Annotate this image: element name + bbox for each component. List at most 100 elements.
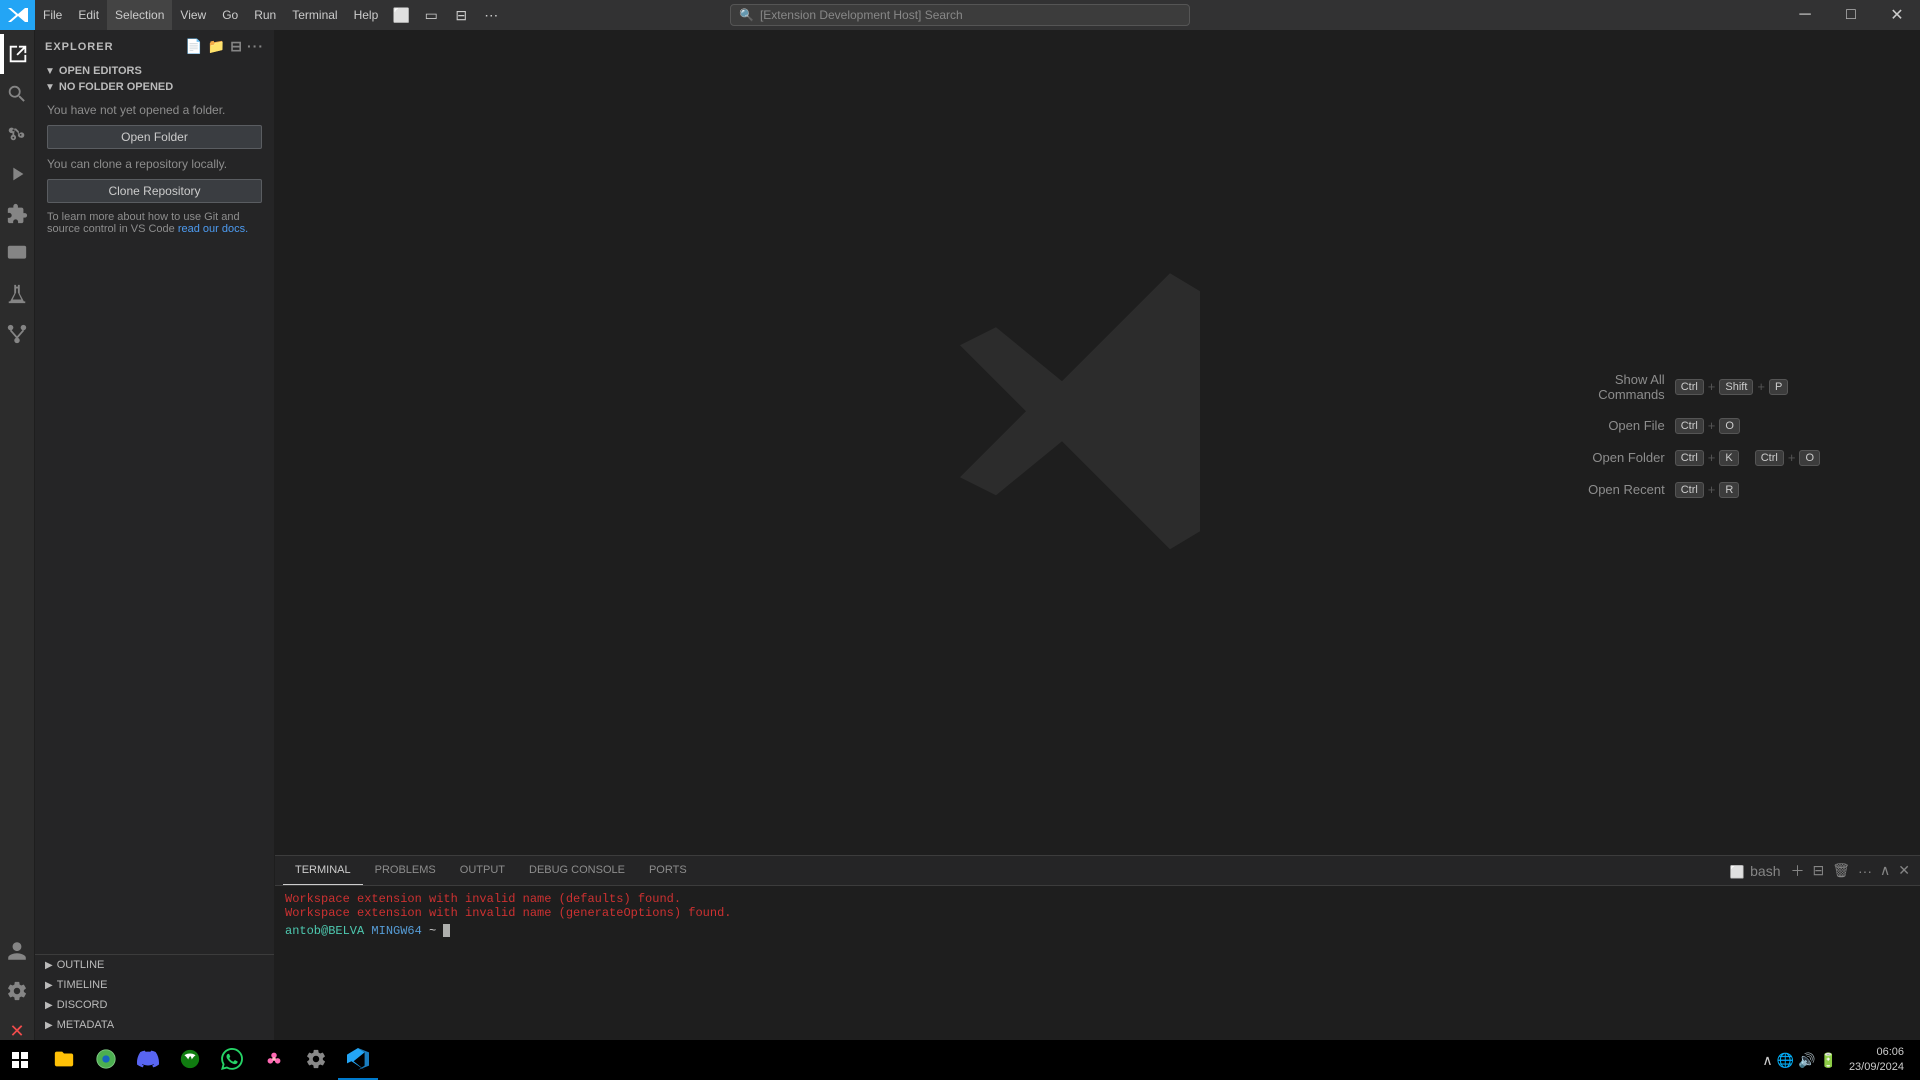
tray-battery-icon[interactable]: 🔋 xyxy=(1820,1052,1837,1069)
activity-remote[interactable] xyxy=(0,234,35,274)
metadata-arrow: ▶ xyxy=(45,1020,53,1031)
no-folder-message1: You have not yet opened a folder. xyxy=(47,103,262,117)
tray-expand-icon[interactable]: ∧ xyxy=(1762,1052,1772,1069)
taskbar-whatsapp[interactable] xyxy=(212,1040,252,1080)
menu-selection[interactable]: Selection xyxy=(107,0,172,30)
activity-settings[interactable] xyxy=(0,971,35,1011)
terminal-actions: ⬜ bash ＋ ⊟ 🗑 ··· ∧ ✕ xyxy=(1728,861,1912,881)
tab-problems[interactable]: PROBLEMS xyxy=(363,856,448,885)
activity-call-graph[interactable] xyxy=(0,314,35,354)
menu-view[interactable]: View xyxy=(172,0,214,30)
activity-explorer[interactable] xyxy=(0,34,35,74)
panel-icon[interactable]: ▭ xyxy=(416,0,446,30)
search-bar[interactable]: 🔍 [Extension Development Host] Search xyxy=(730,4,1190,26)
terminal-trash-icon[interactable]: 🗑 xyxy=(1830,862,1852,879)
metadata-section[interactable]: ▶ METADATA xyxy=(35,1015,274,1035)
key-r: R xyxy=(1719,482,1739,498)
terminal-body[interactable]: Workspace extension with invalid name (d… xyxy=(275,886,1920,1038)
tray-network-icon[interactable]: 🌐 xyxy=(1777,1052,1794,1069)
activity-run[interactable] xyxy=(0,154,35,194)
terminal-collapse-icon[interactable]: ∧ xyxy=(1878,862,1892,879)
maximize-button[interactable]: □ xyxy=(1828,0,1874,30)
main-content: Show AllCommands Ctrl + Shift + P Open F… xyxy=(275,30,1920,1055)
taskbar-xbox[interactable] xyxy=(170,1040,210,1080)
menu-terminal[interactable]: Terminal xyxy=(284,0,345,30)
clone-repository-button[interactable]: Clone Repository xyxy=(47,179,262,203)
taskbar-petal[interactable] xyxy=(254,1040,294,1080)
activity-extensions[interactable] xyxy=(0,194,35,234)
discord-section[interactable]: ▶ DISCORD xyxy=(35,995,274,1015)
terminal-more-icon[interactable]: ··· xyxy=(1856,863,1874,879)
activity-search[interactable] xyxy=(0,74,35,114)
more-icon[interactable]: ⋯ xyxy=(476,0,506,30)
taskbar-settings[interactable] xyxy=(296,1040,336,1080)
terminal-error-2: Workspace extension with invalid name (g… xyxy=(285,906,1910,920)
shortcut-open-folder-label: Open Folder xyxy=(1565,450,1665,465)
outline-section[interactable]: ▶ OUTLINE xyxy=(35,955,274,975)
terminal-panel: TERMINAL PROBLEMS OUTPUT DEBUG CONSOLE P… xyxy=(275,855,1920,1055)
terminal-error-1: Workspace extension with invalid name (d… xyxy=(285,892,1910,906)
activity-accounts[interactable] xyxy=(0,931,35,971)
menu-help[interactable]: Help xyxy=(346,0,387,30)
no-folder-section[interactable]: ▼ NO FOLDER OPENED xyxy=(35,79,274,95)
shortcut-open-file-label: Open File xyxy=(1565,418,1665,433)
layout-icon[interactable]: ⬜ xyxy=(386,0,416,30)
key-o2: O xyxy=(1799,450,1820,466)
more-actions-icon[interactable]: ··· xyxy=(247,38,264,55)
close-button[interactable]: ✕ xyxy=(1874,0,1920,30)
shortcut-open-file-keys: Ctrl + O xyxy=(1675,418,1740,434)
tab-debug-console[interactable]: DEBUG CONSOLE xyxy=(517,856,637,885)
minimize-button[interactable]: ─ xyxy=(1782,0,1828,30)
key-ctrl2: Ctrl xyxy=(1675,418,1704,434)
activity-testing[interactable] xyxy=(0,274,35,314)
terminal-split-icon[interactable]: ⊟ xyxy=(1811,862,1827,879)
terminal-add-icon[interactable]: ＋ xyxy=(1789,861,1807,881)
open-editors-section[interactable]: ▼ OPEN EDITORS xyxy=(35,63,274,79)
docs-link[interactable]: read our docs. xyxy=(178,223,248,235)
terminal-close-icon[interactable]: ✕ xyxy=(1896,862,1912,879)
activity-bar: ✕ xyxy=(0,30,35,1055)
key-shift: Shift xyxy=(1719,379,1753,395)
taskbar-browser[interactable] xyxy=(86,1040,126,1080)
discord-arrow: ▶ xyxy=(45,1000,53,1011)
discord-label: DISCORD xyxy=(57,999,108,1011)
clock-time: 06:06 xyxy=(1849,1045,1904,1060)
outline-label: OUTLINE xyxy=(57,959,105,971)
new-folder-icon[interactable]: 📁 xyxy=(208,38,226,55)
sidebar-title: EXPLORER xyxy=(45,41,114,53)
terminal-tabs: TERMINAL PROBLEMS OUTPUT DEBUG CONSOLE P… xyxy=(275,856,1920,886)
sidebar: EXPLORER 📄 📁 ⊟ ··· ▼ OPEN EDITORS ▼ NO F… xyxy=(35,30,275,1055)
tray-volume-icon[interactable]: 🔊 xyxy=(1798,1052,1815,1069)
activity-bar-bottom: ✕ xyxy=(0,931,35,1055)
taskbar-discord[interactable] xyxy=(128,1040,168,1080)
taskbar-tray: ∧ 🌐 🔊 🔋 06:06 23/09/2024 xyxy=(1762,1045,1920,1076)
taskbar-clock[interactable]: 06:06 23/09/2024 xyxy=(1841,1045,1912,1076)
terminal-cursor xyxy=(443,924,450,937)
no-folder-message2: You can clone a repository locally. xyxy=(47,157,262,171)
taskbar: ∧ 🌐 🔊 🔋 06:06 23/09/2024 xyxy=(0,1040,1920,1080)
open-editors-arrow: ▼ xyxy=(45,66,55,77)
title-bar-right-icons: ⬜ ▭ ⊟ ⋯ xyxy=(386,0,506,30)
activity-source-control[interactable] xyxy=(0,114,35,154)
window-controls: ─ □ ✕ xyxy=(1782,0,1920,30)
welcome-area: Show AllCommands Ctrl + Shift + P Open F… xyxy=(275,30,1920,855)
timeline-section[interactable]: ▶ TIMELINE xyxy=(35,975,274,995)
timeline-arrow: ▶ xyxy=(45,980,53,991)
tab-ports[interactable]: PORTS xyxy=(637,856,699,885)
menu-edit[interactable]: Edit xyxy=(70,0,107,30)
menu-go[interactable]: Go xyxy=(214,0,246,30)
no-folder-label: NO FOLDER OPENED xyxy=(59,81,173,93)
taskbar-vscode[interactable] xyxy=(338,1040,378,1080)
new-file-icon[interactable]: 📄 xyxy=(185,38,203,55)
shortcut-show-all-label: Show AllCommands xyxy=(1565,372,1665,402)
menu-file[interactable]: File xyxy=(35,0,70,30)
split-icon[interactable]: ⊟ xyxy=(446,0,476,30)
open-folder-button[interactable]: Open Folder xyxy=(47,125,262,149)
collapse-icon[interactable]: ⊟ xyxy=(230,38,243,55)
tab-terminal[interactable]: TERMINAL xyxy=(283,856,363,885)
tab-output[interactable]: OUTPUT xyxy=(448,856,517,885)
app-body: ✕ EXPLORER 📄 📁 ⊟ ··· ▼ OPEN EDITORS ▼ NO… xyxy=(0,30,1920,1055)
menu-run[interactable]: Run xyxy=(246,0,284,30)
start-button[interactable] xyxy=(0,1040,40,1080)
taskbar-file-explorer[interactable] xyxy=(44,1040,84,1080)
